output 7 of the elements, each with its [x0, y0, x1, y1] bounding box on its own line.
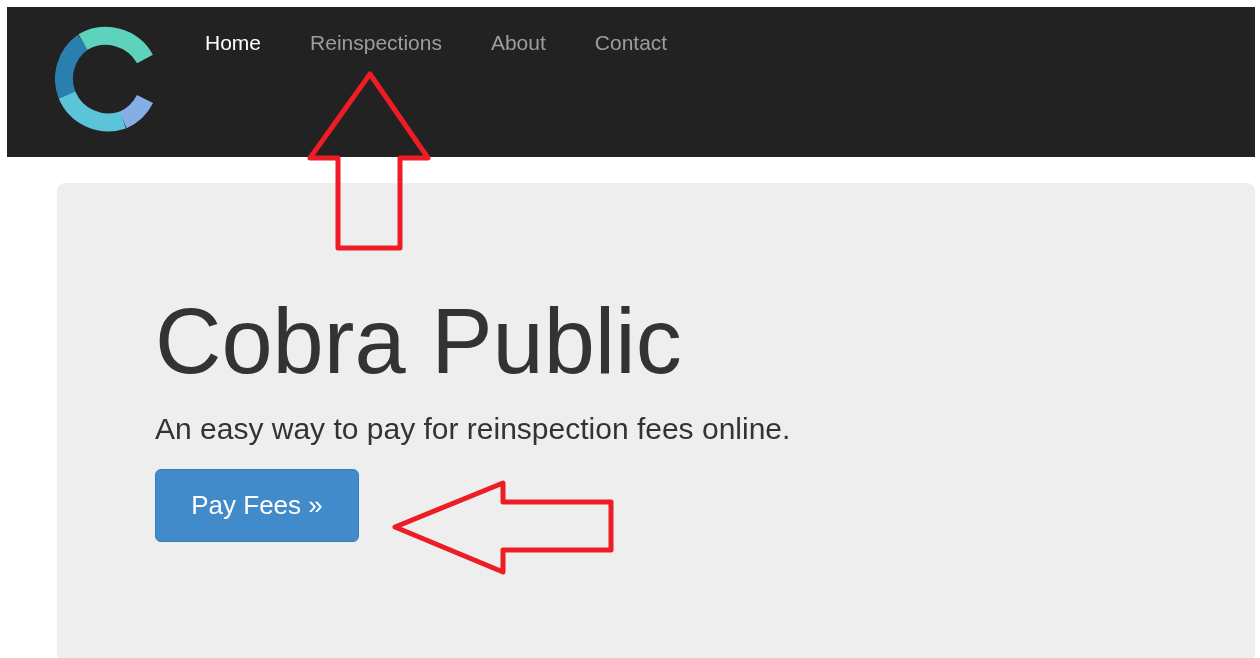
nav-link[interactable]: Reinspections [310, 29, 442, 57]
nav-link[interactable]: Home [205, 29, 262, 57]
pay-fees-button[interactable]: Pay Fees » [155, 469, 359, 542]
hero-title: Cobra Public [155, 291, 682, 391]
nav-link[interactable]: About [490, 29, 546, 57]
hero-subtitle: An easy way to pay for reinspection fees online. [155, 411, 791, 447]
nav-link[interactable]: Contact [594, 29, 668, 57]
